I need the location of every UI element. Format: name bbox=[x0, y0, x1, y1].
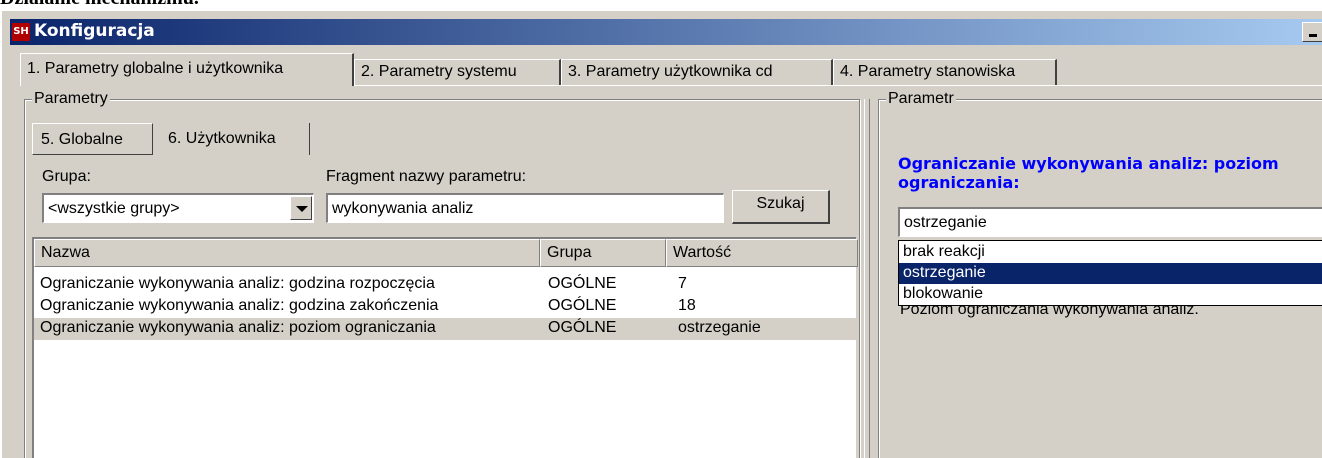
column-header-value[interactable]: Wartość bbox=[666, 239, 858, 267]
window-title: Konfiguracja bbox=[34, 21, 155, 41]
search-button[interactable]: Szukaj bbox=[732, 190, 830, 224]
title-bar[interactable]: SH Konfiguracja bbox=[10, 19, 1322, 45]
column-header-name[interactable]: Nazwa bbox=[34, 239, 540, 267]
option-warning[interactable]: ostrzeganie bbox=[899, 263, 1322, 284]
parameter-title-line2: ograniczania: bbox=[898, 173, 1020, 192]
minimize-button[interactable] bbox=[1302, 22, 1322, 42]
tab-user-params-cd[interactable]: 3. Parametry użytkownika cd bbox=[561, 59, 833, 85]
fragment-search-input[interactable]: wykonywania analiz bbox=[326, 193, 724, 223]
chevron-down-icon[interactable] bbox=[290, 196, 312, 220]
subtab-global[interactable]: 5. Globalne bbox=[32, 123, 153, 155]
cell-value: 7 bbox=[678, 275, 687, 292]
cell-group: OGÓLNE bbox=[548, 275, 617, 292]
fragment-field-label: Fragment nazwy parametru: bbox=[326, 168, 527, 185]
parameter-value: ostrzeganie bbox=[904, 214, 987, 231]
document-heading: Działanie mechanizmu. bbox=[0, 0, 199, 10]
option-blocking[interactable]: blokowanie bbox=[899, 284, 1322, 305]
minimize-icon bbox=[1309, 34, 1317, 37]
app-icon: SH bbox=[12, 23, 30, 41]
parameters-group-label: Parametry bbox=[32, 90, 110, 108]
cell-group: OGÓLNE bbox=[548, 297, 617, 314]
cell-name: Ograniczanie wykonywania analiz: godzina… bbox=[40, 297, 439, 314]
parameter-description: Poziom ograniczania wykonywania analiz. bbox=[900, 305, 1199, 318]
fragment-search-value: wykonywania analiz bbox=[332, 200, 474, 217]
group-field-label: Grupa: bbox=[42, 168, 91, 185]
table-row[interactable]: Ograniczanie wykonywania analiz: godzina… bbox=[34, 296, 856, 318]
column-header-group[interactable]: Grupa bbox=[540, 239, 666, 267]
table-row-selected[interactable]: Ograniczanie wykonywania analiz: poziom … bbox=[34, 318, 856, 340]
parameters-table: Nazwa Grupa Wartość Ograniczanie wykonyw… bbox=[32, 237, 858, 458]
group-combobox-value: <wszystkie grupy> bbox=[48, 200, 180, 217]
cell-group: OGÓLNE bbox=[548, 319, 617, 336]
parameter-value-combobox[interactable]: ostrzeganie bbox=[898, 207, 1322, 237]
cell-name: Ograniczanie wykonywania analiz: poziom … bbox=[40, 319, 436, 336]
parameter-title-line1: Ograniczanie wykonywania analiz: poziom bbox=[898, 154, 1279, 173]
tab-global-and-user-params[interactable]: 1. Parametry globalne i użytkownika bbox=[20, 53, 354, 86]
table-row[interactable]: Ograniczanie wykonywania analiz: godzina… bbox=[34, 274, 856, 296]
cell-name: Ograniczanie wykonywania analiz: godzina… bbox=[40, 275, 435, 292]
tab-workstation-params[interactable]: 4. Parametry stanowiska bbox=[833, 59, 1057, 85]
configuration-window: SH Konfiguracja 1. Parametry globalne i … bbox=[0, 11, 1322, 458]
group-combobox[interactable]: <wszystkie grupy> bbox=[42, 193, 314, 223]
parameter-value-dropdown: brak reakcji ostrzeganie blokowanie bbox=[898, 240, 1322, 306]
cell-value: 18 bbox=[678, 297, 696, 314]
parameter-group-label: Parametr bbox=[886, 90, 956, 108]
option-no-reaction[interactable]: brak reakcji bbox=[899, 242, 1322, 263]
subtab-user[interactable]: 6. Użytkownika bbox=[160, 123, 310, 155]
cell-value: ostrzeganie bbox=[678, 319, 761, 336]
panel-splitter[interactable] bbox=[864, 99, 870, 458]
tab-system-params[interactable]: 2. Parametry systemu bbox=[354, 59, 561, 85]
